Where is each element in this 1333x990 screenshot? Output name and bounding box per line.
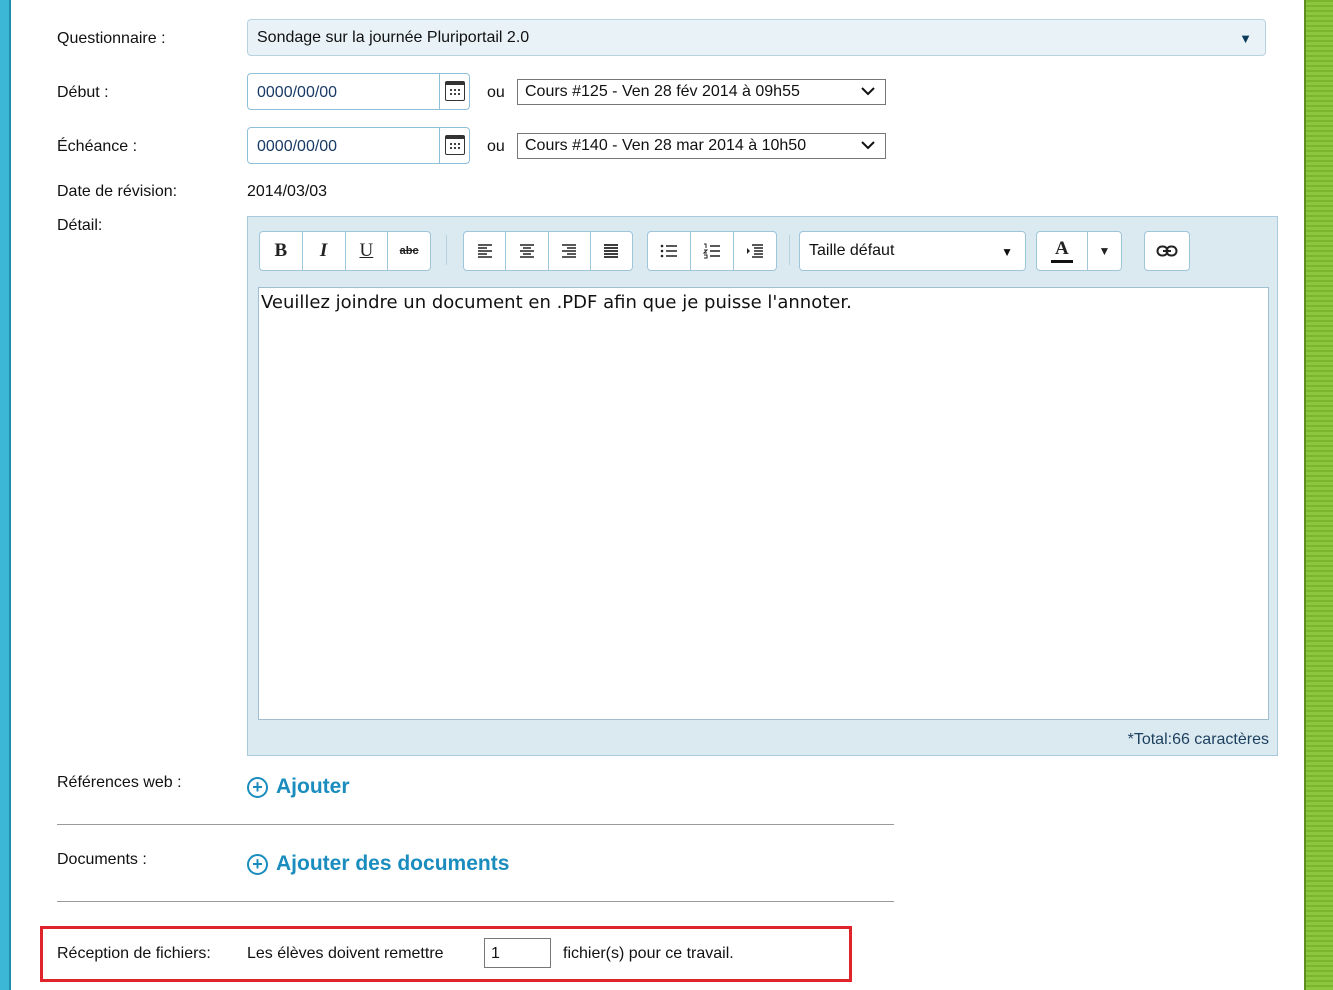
- justify-button[interactable]: [591, 232, 632, 270]
- debut-cours-select[interactable]: Cours #125 - Ven 28 fév 2014 à 09h55: [517, 79, 886, 105]
- format-toolbar-group: B I U abc: [259, 231, 431, 271]
- character-count: *Total:66 caractères: [1127, 731, 1269, 748]
- font-color-letter: A: [1055, 237, 1069, 259]
- add-documents-link[interactable]: + Ajouter des documents: [247, 852, 509, 876]
- plus-circle-icon: +: [247, 776, 268, 798]
- debut-label: Début :: [57, 84, 109, 101]
- debut-ou-label: ou: [487, 84, 505, 101]
- link-icon: [1156, 245, 1178, 257]
- align-center-icon: [519, 244, 534, 258]
- font-size-select[interactable]: Taille défaut ▼: [799, 231, 1026, 271]
- revision-label: Date de révision:: [57, 183, 178, 200]
- alignment-toolbar-group: [463, 231, 633, 271]
- font-color-button[interactable]: A: [1037, 232, 1088, 270]
- echeance-label: Échéance :: [57, 138, 138, 155]
- font-color-dropdown[interactable]: ▼: [1088, 232, 1121, 270]
- align-right-icon: [562, 244, 577, 258]
- reception-text-before: Les élèves doivent remettre: [247, 945, 444, 962]
- numbered-list-button[interactable]: [691, 232, 734, 270]
- dropdown-arrow-icon: ▼: [1239, 31, 1252, 46]
- echeance-date-value: 0000/00/00: [257, 138, 338, 155]
- numbered-list-icon: [703, 243, 720, 259]
- align-right-button[interactable]: [549, 232, 591, 270]
- link-toolbar-group: [1144, 231, 1190, 271]
- right-accent-strip: [1304, 0, 1333, 990]
- add-documents-text: Ajouter des documents: [276, 852, 510, 875]
- bullet-list-icon: [660, 244, 677, 258]
- web-refs-label: Références web :: [57, 774, 182, 791]
- calendar-icon[interactable]: [445, 135, 465, 155]
- echeance-ou-label: ou: [487, 138, 505, 155]
- divider: [57, 824, 894, 825]
- divider: [57, 901, 894, 902]
- file-count-value: 1: [491, 945, 500, 962]
- detail-content: Veuillez joindre un document en .PDF afi…: [261, 292, 852, 313]
- reception-text-after: fichier(s) pour ce travail.: [563, 945, 734, 962]
- strikethrough-button[interactable]: abc: [388, 232, 430, 270]
- debut-cours-value: Cours #125 - Ven 28 fév 2014 à 09h55: [525, 83, 800, 100]
- file-count-input[interactable]: 1: [484, 938, 551, 968]
- debut-date-value: 0000/00/00: [257, 84, 338, 101]
- add-web-ref-link[interactable]: + Ajouter: [247, 775, 350, 799]
- font-size-value: Taille défaut: [809, 242, 895, 259]
- align-center-button[interactable]: [506, 232, 549, 270]
- indent-icon: [747, 244, 763, 258]
- echeance-date-input[interactable]: 0000/00/00: [247, 127, 470, 164]
- font-color-group: A ▼: [1036, 231, 1122, 271]
- calendar-icon[interactable]: [445, 81, 465, 101]
- detail-label: Détail:: [57, 217, 103, 234]
- plus-circle-icon: +: [247, 853, 268, 875]
- reception-label: Réception de fichiers:: [57, 945, 211, 962]
- justify-icon: [604, 244, 619, 258]
- rich-text-editor: B I U abc Taille défaut ▼ A ▼ Veuillez j…: [247, 216, 1278, 756]
- echeance-cours-select[interactable]: Cours #140 - Ven 28 mar 2014 à 10h50: [517, 133, 886, 159]
- revision-value: 2014/03/03: [247, 183, 328, 200]
- documents-label: Documents :: [57, 851, 147, 868]
- link-button[interactable]: [1145, 232, 1189, 270]
- bullet-list-button[interactable]: [648, 232, 691, 270]
- chevron-down-icon: [861, 87, 875, 96]
- questionnaire-label: Questionnaire :: [57, 30, 166, 47]
- questionnaire-value: Sondage sur la journée Pluriportail 2.0: [257, 29, 530, 46]
- questionnaire-select[interactable]: Sondage sur la journée Pluriportail 2.0 …: [247, 19, 1266, 56]
- align-left-icon: [477, 244, 492, 258]
- detail-text-area[interactable]: Veuillez joindre un document en .PDF afi…: [258, 287, 1269, 720]
- left-accent-strip: [0, 0, 11, 990]
- list-toolbar-group: [647, 231, 777, 271]
- chevron-down-icon: [861, 141, 875, 150]
- echeance-cours-value: Cours #140 - Ven 28 mar 2014 à 10h50: [525, 137, 807, 154]
- italic-button[interactable]: I: [303, 232, 346, 270]
- align-left-button[interactable]: [464, 232, 507, 270]
- underline-button[interactable]: U: [346, 232, 389, 270]
- debut-date-input[interactable]: 0000/00/00: [247, 73, 470, 110]
- indent-button[interactable]: [734, 232, 776, 270]
- bold-button[interactable]: B: [260, 232, 303, 270]
- color-swatch: [1050, 259, 1073, 263]
- dropdown-arrow-icon: ▼: [1001, 245, 1013, 259]
- add-web-ref-text: Ajouter: [276, 775, 350, 798]
